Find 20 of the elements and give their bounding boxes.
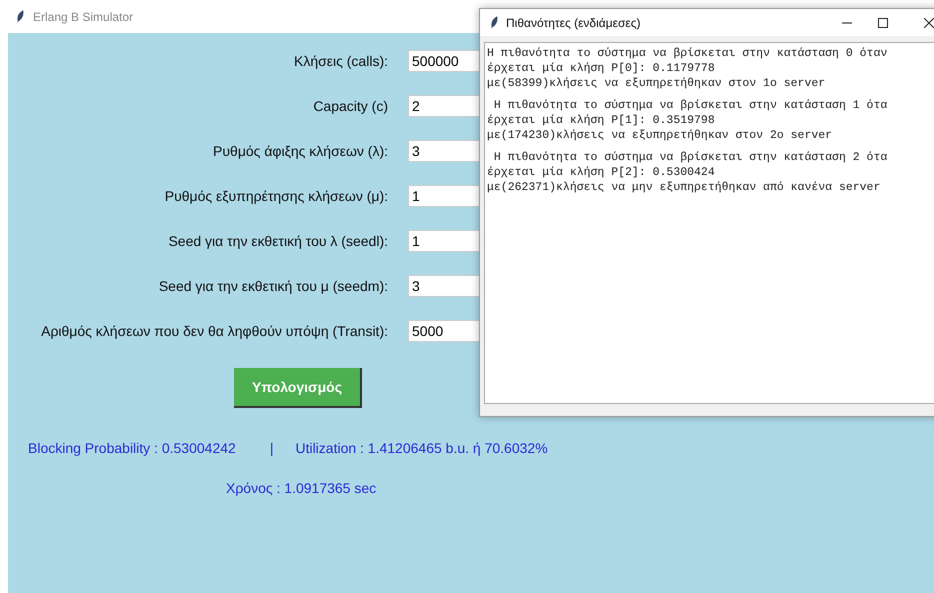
- close-icon[interactable]: [924, 18, 934, 28]
- time-text: Χρόνος : 1.0917365 sec: [226, 480, 376, 496]
- field-label: Αριθμός κλήσεων που δεν θα ληφθούν υπόψη (Transit):: [40, 323, 388, 339]
- field-label: Ρυθμός άφιξης κλήσεων (λ):: [212, 143, 388, 159]
- field-label: Capacity (c): [312, 98, 388, 114]
- field-label: Κλήσεις (calls):: [293, 53, 388, 69]
- feather-icon: [490, 16, 499, 29]
- feather-icon: [16, 10, 25, 23]
- field-label: Seed για την εκθετική του μ (seedm):: [158, 278, 388, 294]
- output-line: με(58399)κλήσεις να εξυπηρετήθηκαν στον 1ο server: [487, 76, 826, 91]
- window-title: Erlang B Simulator: [33, 10, 134, 24]
- output-line: με(174230)κλήσεις να εξυπηρετήθηκαν στον 2ο server: [487, 128, 834, 143]
- blocking-probability-text: Blocking Probability : 0.53004242: [28, 440, 236, 456]
- utilization-text: Utilization : 1.41206465 b.u. ή 70.6032%: [295, 440, 548, 456]
- separator-text: |: [270, 440, 274, 456]
- field-label: Seed για την εκθετική του λ (seedl):: [167, 233, 388, 249]
- field-label: Ρυθμός εξυπηρέτησης κλήσεων (μ):: [164, 188, 388, 204]
- popup-title: Πιθανότητες (ενδιάμεσες): [506, 16, 640, 30]
- output-line: έρχεται μία κλήση P[2]: 0.5300424: [487, 165, 716, 180]
- maximize-icon[interactable]: [878, 18, 888, 28]
